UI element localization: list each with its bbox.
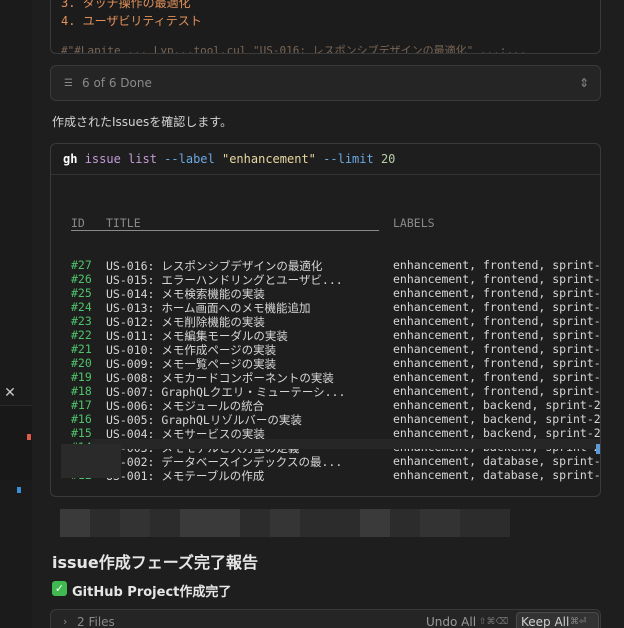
markdown-line: 3. タッチ操作の最適化 [61, 0, 191, 10]
markdown-line: 4. ユーザビリティテスト [61, 14, 202, 28]
issue-id: #25 [71, 286, 92, 300]
keep-all-shortcut: ⌘⏎ [570, 617, 587, 627]
issue-labels: enhancement, backend, sprint-2 [393, 426, 601, 440]
todo-status-text: 6 of 6 Done [82, 76, 152, 90]
issue-labels: enhancement, frontend, sprint- [393, 258, 601, 272]
command-flag: --limit [323, 152, 374, 166]
files-count[interactable]: 2 Files [77, 615, 115, 628]
issue-id: #19 [71, 370, 92, 384]
undo-all-shortcut: ⇧⌘⌫ [479, 617, 509, 627]
terminal-scrollbar[interactable] [91, 439, 600, 449]
issue-id: #18 [71, 384, 92, 398]
terminal-output: ID TITLE LABELS #27 US-016: レスポンシブデザインの最適… [71, 188, 601, 496]
issue-row: #12US-001: メモテーブルの作成enhancement, databas… [71, 468, 601, 483]
terminal-command-bar: gh issue list --label "enhancement" --li… [51, 144, 600, 175]
column-header-labels: LABELS [393, 216, 435, 230]
issue-labels: enhancement, frontend, sprint- [393, 370, 601, 384]
issue-id: #27 [71, 258, 92, 272]
issue-id: #20 [71, 356, 92, 370]
redacted-bar [60, 509, 510, 537]
command-value: "enhancement" [221, 152, 316, 166]
issue-row: #20 US-009: メモ一覧ページの実装 enhancement, fronte… [71, 356, 601, 371]
markdown-code-block: 3. タッチ操作の最適化 4. ユーザビリティテスト #"#Lapite ...… [50, 0, 601, 54]
header-underline [71, 230, 379, 231]
issue-labels: enhancement, frontend, sprint- [393, 300, 601, 314]
report-heading: issue作成フェーズ完了報告 [52, 553, 258, 572]
chevron-right-icon[interactable]: › [63, 615, 67, 628]
issue-labels: enhancement, frontend, sprint- [393, 314, 601, 328]
issue-row: #13US-002: データベースインデックスの最...enhancement,… [71, 454, 601, 469]
check-mark-icon: ✓ [52, 581, 67, 596]
issue-labels: enhancement, frontend, sprint- [393, 356, 601, 370]
issue-row: #21 US-010: メモ作成ページの実装 enhancement, fronte… [71, 342, 601, 357]
error-marker [27, 434, 31, 440]
column-header-id: ID [71, 216, 85, 230]
command-program: gh [63, 152, 78, 166]
issue-labels: enhancement, frontend, sprint- [393, 328, 601, 342]
issue-id: #15 [71, 426, 92, 440]
issue-labels: enhancement, database, sprint- [393, 454, 601, 468]
issue-row: #27 US-016: レスポンシブデザインの最適化 enhancement, fr… [71, 258, 601, 273]
todo-status-bar[interactable]: ☰ 6 of 6 Done ⇕ [50, 65, 601, 101]
markdown-cut-line: #"#Lapite ... Lyp...tool.cul "US-016: レス… [61, 44, 527, 54]
terminal-block: gh issue list --label "enhancement" --li… [50, 143, 601, 497]
info-marker [17, 487, 21, 493]
keep-all-button[interactable]: Keep All ⌘⏎ [516, 612, 599, 628]
command-subcommand: issue list [84, 152, 157, 166]
issue-labels: enhancement, frontend, sprint- [393, 384, 601, 398]
issue-row: #15 US-004: メモサービスの実装 enhancement, backend… [71, 426, 601, 441]
issue-labels: enhancement, frontend, sprint- [393, 272, 601, 286]
redacted-area [61, 444, 121, 478]
issue-labels: enhancement, frontend, sprint- [393, 286, 601, 300]
issue-row: #18 US-007: GraphQLクエリ・ミューテーシ... enhanceme… [71, 384, 601, 399]
keep-all-label: Keep All [521, 615, 570, 628]
report-subheading: GitHub Project作成完了 [72, 585, 232, 600]
issue-row: #26 US-015: エラーハンドリングとユーザビ... enhancement,… [71, 272, 601, 287]
column-header-title: TITLE [106, 216, 141, 230]
chevron-up-down-icon[interactable]: ⇕ [579, 75, 589, 91]
list-check-icon: ☰ [64, 78, 73, 89]
side-panel-strip [0, 0, 32, 628]
issue-labels: enhancement, backend, sprint-2 [393, 412, 601, 426]
issue-id: #23 [71, 314, 92, 328]
terminal-command: gh issue list --label "enhancement" --li… [63, 152, 395, 166]
issue-row: #17 US-006: メモジュールの統合 enhancement, backend… [71, 398, 601, 413]
command-value: 20 [380, 152, 396, 166]
changed-files-bar: › 2 Files Undo All ⇧⌘⌫ Keep All ⌘⏎ [50, 609, 601, 628]
issue-id: #17 [71, 398, 92, 412]
issue-row: #19 US-008: メモカードコンポーネントの実装 enhancement, f… [71, 370, 601, 385]
issue-id: #24 [71, 300, 92, 314]
issue-id: #16 [71, 412, 92, 426]
issue-row: #16 US-005: GraphQLリゾルバーの実装 enhancement, b… [71, 412, 601, 427]
issue-row: #25 US-014: メモ検索機能の実装 enhancement, fronten… [71, 286, 601, 301]
issue-id: #21 [71, 342, 92, 356]
issue-id: #22 [71, 328, 92, 342]
issue-labels: enhancement, backend, sprint-2 [393, 398, 601, 412]
undo-all-button[interactable]: Undo All [426, 615, 476, 628]
side-panel [0, 405, 32, 480]
issue-row: #23 US-012: メモ削除機能の実装 enhancement, fronten… [71, 314, 601, 329]
assistant-message: 作成されたIssuesを確認します。 [52, 115, 233, 129]
issue-id: #26 [71, 272, 92, 286]
issue-labels: enhancement, database, sprint- [393, 468, 601, 482]
issue-row: #22 US-011: メモ編集モーダルの実装 enhancement, front… [71, 328, 601, 343]
command-flag: --label [164, 152, 215, 166]
scroll-marker [596, 444, 600, 454]
close-icon[interactable]: ✕ [3, 386, 17, 400]
issue-title: US-001: メモテーブルの作成 [106, 469, 265, 483]
issue-labels: enhancement, frontend, sprint- [393, 342, 601, 356]
issue-row: #24 US-013: ホーム画面へのメモ機能追加 enhancement, fro… [71, 300, 601, 315]
table-header: ID TITLE LABELS [71, 216, 600, 231]
